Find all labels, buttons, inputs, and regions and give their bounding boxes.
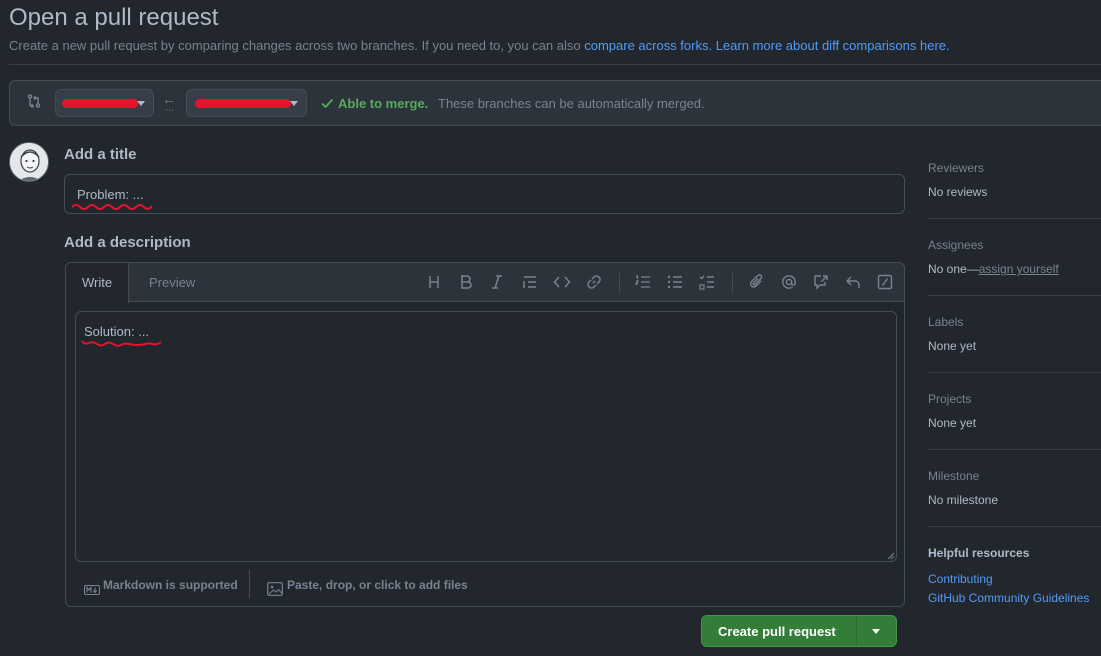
code-icon[interactable] — [553, 273, 571, 291]
sidebar-value: No one—assign yourself — [928, 262, 1101, 276]
italic-icon[interactable] — [488, 273, 506, 291]
markdown-icon — [84, 583, 100, 598]
description-textarea[interactable]: Solution: ... — [75, 311, 897, 562]
header-divider — [9, 64, 1101, 65]
git-compare-icon — [26, 93, 42, 109]
attach-files-button[interactable]: Paste, drop, or click to add files — [287, 578, 468, 592]
title-input[interactable] — [64, 174, 905, 214]
sidebar-value: No reviews — [928, 185, 988, 199]
sidebar-reviewers[interactable]: Reviewers No reviews — [928, 161, 1101, 199]
page-title: Open a pull request — [9, 4, 219, 31]
head-branch-redacted — [195, 99, 291, 108]
sidebar-heading: Helpful resources — [928, 546, 1030, 560]
image-icon — [267, 582, 283, 599]
sidebar-divider — [928, 372, 1101, 373]
quote-icon[interactable] — [521, 273, 539, 291]
unordered-list-icon[interactable] — [666, 273, 684, 291]
sidebar-value: None yet — [928, 416, 977, 430]
sidebar-heading[interactable]: Reviewers — [928, 161, 1101, 175]
sidebar-labels[interactable]: Labels None yet — [928, 315, 1101, 353]
toolbar-divider — [732, 273, 733, 293]
compare-forks-link[interactable]: compare across forks. — [584, 38, 712, 53]
link-icon[interactable] — [585, 273, 603, 291]
button-divider — [856, 616, 857, 646]
attach-icon[interactable] — [748, 273, 766, 291]
editor-footer: Markdown is supported Paste, drop, or cl… — [66, 570, 904, 606]
chevron-down-icon — [137, 101, 145, 106]
sidebar-heading[interactable]: Assignees — [928, 238, 1101, 252]
ordered-list-icon[interactable] — [634, 273, 652, 291]
merge-message: These branches can be automatically merg… — [438, 96, 705, 111]
footer-divider — [249, 570, 250, 598]
sidebar-divider — [928, 526, 1101, 527]
base-branch-select[interactable] — [55, 89, 154, 117]
head-branch-select[interactable] — [186, 89, 307, 117]
avatar[interactable] — [9, 142, 49, 182]
chevron-down-icon — [290, 101, 298, 106]
create-pull-request-button[interactable]: Create pull request — [701, 615, 897, 647]
bold-icon[interactable] — [457, 273, 475, 291]
merge-status: Able to merge. — [338, 96, 429, 111]
sidebar-projects[interactable]: Projects None yet — [928, 392, 1101, 430]
sidebar-heading[interactable]: Labels — [928, 315, 1101, 329]
assign-yourself-link[interactable]: assign yourself — [979, 262, 1059, 276]
branch-compare-bar: ← ⋯ Able to merge. These branches can be… — [9, 80, 1101, 126]
assignees-value: No one— — [928, 262, 979, 276]
resize-handle-icon[interactable] — [887, 552, 895, 560]
contributing-link[interactable]: Contributing — [928, 572, 1101, 586]
sidebar-value: None yet — [928, 339, 977, 353]
title-label: Add a title — [64, 146, 137, 163]
sidebar-heading[interactable]: Projects — [928, 392, 1101, 406]
ellipsis-icon: ⋯ — [165, 105, 174, 115]
page-subtitle: Create a new pull request by comparing c… — [9, 38, 950, 53]
description-editor: Write Preview Solution: ... Markdown is … — [65, 262, 905, 607]
sidebar-divider — [928, 295, 1101, 296]
task-list-icon[interactable] — [698, 273, 716, 291]
sidebar-heading[interactable]: Milestone — [928, 469, 1101, 483]
tab-preview[interactable]: Preview — [133, 263, 211, 303]
base-branch-redacted — [62, 99, 138, 108]
sidebar-milestone[interactable]: Milestone No milestone — [928, 469, 1101, 507]
sidebar-divider — [928, 449, 1101, 450]
cross-reference-icon[interactable] — [812, 273, 830, 291]
sidebar-value: No milestone — [928, 493, 999, 507]
tab-write[interactable]: Write — [66, 263, 130, 303]
chevron-down-icon[interactable] — [872, 629, 880, 634]
slash-command-icon[interactable] — [876, 273, 894, 291]
subtitle-text: Create a new pull request by comparing c… — [9, 38, 585, 53]
sidebar-divider — [928, 218, 1101, 219]
sidebar-helpful-resources: Helpful resources Contributing GitHub Co… — [928, 546, 1101, 605]
mention-icon[interactable] — [780, 273, 798, 291]
community-guidelines-link[interactable]: GitHub Community Guidelines — [928, 591, 1101, 605]
sidebar-assignees[interactable]: Assignees No one—assign yourself — [928, 238, 1101, 276]
reply-icon[interactable] — [844, 273, 862, 291]
description-label: Add a description — [64, 234, 191, 251]
create-pull-request-label: Create pull request — [718, 624, 836, 639]
markdown-supported-link[interactable]: Markdown is supported — [103, 578, 238, 592]
check-icon — [320, 96, 334, 110]
learn-more-link[interactable]: Learn more about diff comparisons here. — [716, 38, 950, 53]
heading-icon[interactable] — [425, 273, 443, 291]
editor-toolbar: Write Preview — [66, 263, 904, 303]
toolbar-divider — [619, 273, 620, 293]
